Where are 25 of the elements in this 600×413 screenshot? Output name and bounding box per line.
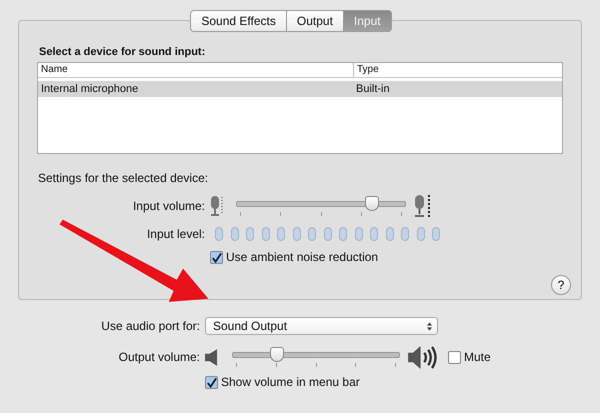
tab[interactable]: Sound Effects xyxy=(190,10,287,32)
audio-port-label: Use audio port for: xyxy=(100,319,201,333)
loud-speaker-icon xyxy=(408,344,437,370)
audio-port-dropdown[interactable]: Sound Output xyxy=(205,317,438,335)
microphone-icon xyxy=(210,195,224,217)
section-heading: Select a device for sound input: xyxy=(39,46,206,58)
input-level-label: Input level: xyxy=(146,227,206,241)
mute-checkbox[interactable]: Mute xyxy=(448,350,491,364)
checkmark-icon xyxy=(211,252,222,264)
noise-reduction-checkbox[interactable]: Use ambient noise reduction xyxy=(210,250,378,264)
input-volume-slider[interactable] xyxy=(236,195,406,217)
device-row[interactable]: Internal microphone Built-in xyxy=(38,81,562,97)
output-volume-label: Output volume: xyxy=(118,350,201,364)
stepper-arrows-icon xyxy=(427,322,432,330)
output-volume-slider[interactable] xyxy=(232,346,400,368)
column-header[interactable]: Name xyxy=(38,63,353,77)
column-header[interactable]: Type xyxy=(353,63,379,77)
help-button[interactable]: ? xyxy=(551,275,571,295)
checkmark-icon xyxy=(206,376,217,388)
speaker-icon xyxy=(205,348,218,366)
tab[interactable]: Output xyxy=(286,10,344,32)
microphone-icon xyxy=(414,194,432,218)
show-volume-checkbox[interactable]: Show volume in menu bar xyxy=(205,375,360,389)
input-volume-label: Input volume: xyxy=(132,199,206,213)
section-heading: Settings for the selected device: xyxy=(38,171,210,185)
